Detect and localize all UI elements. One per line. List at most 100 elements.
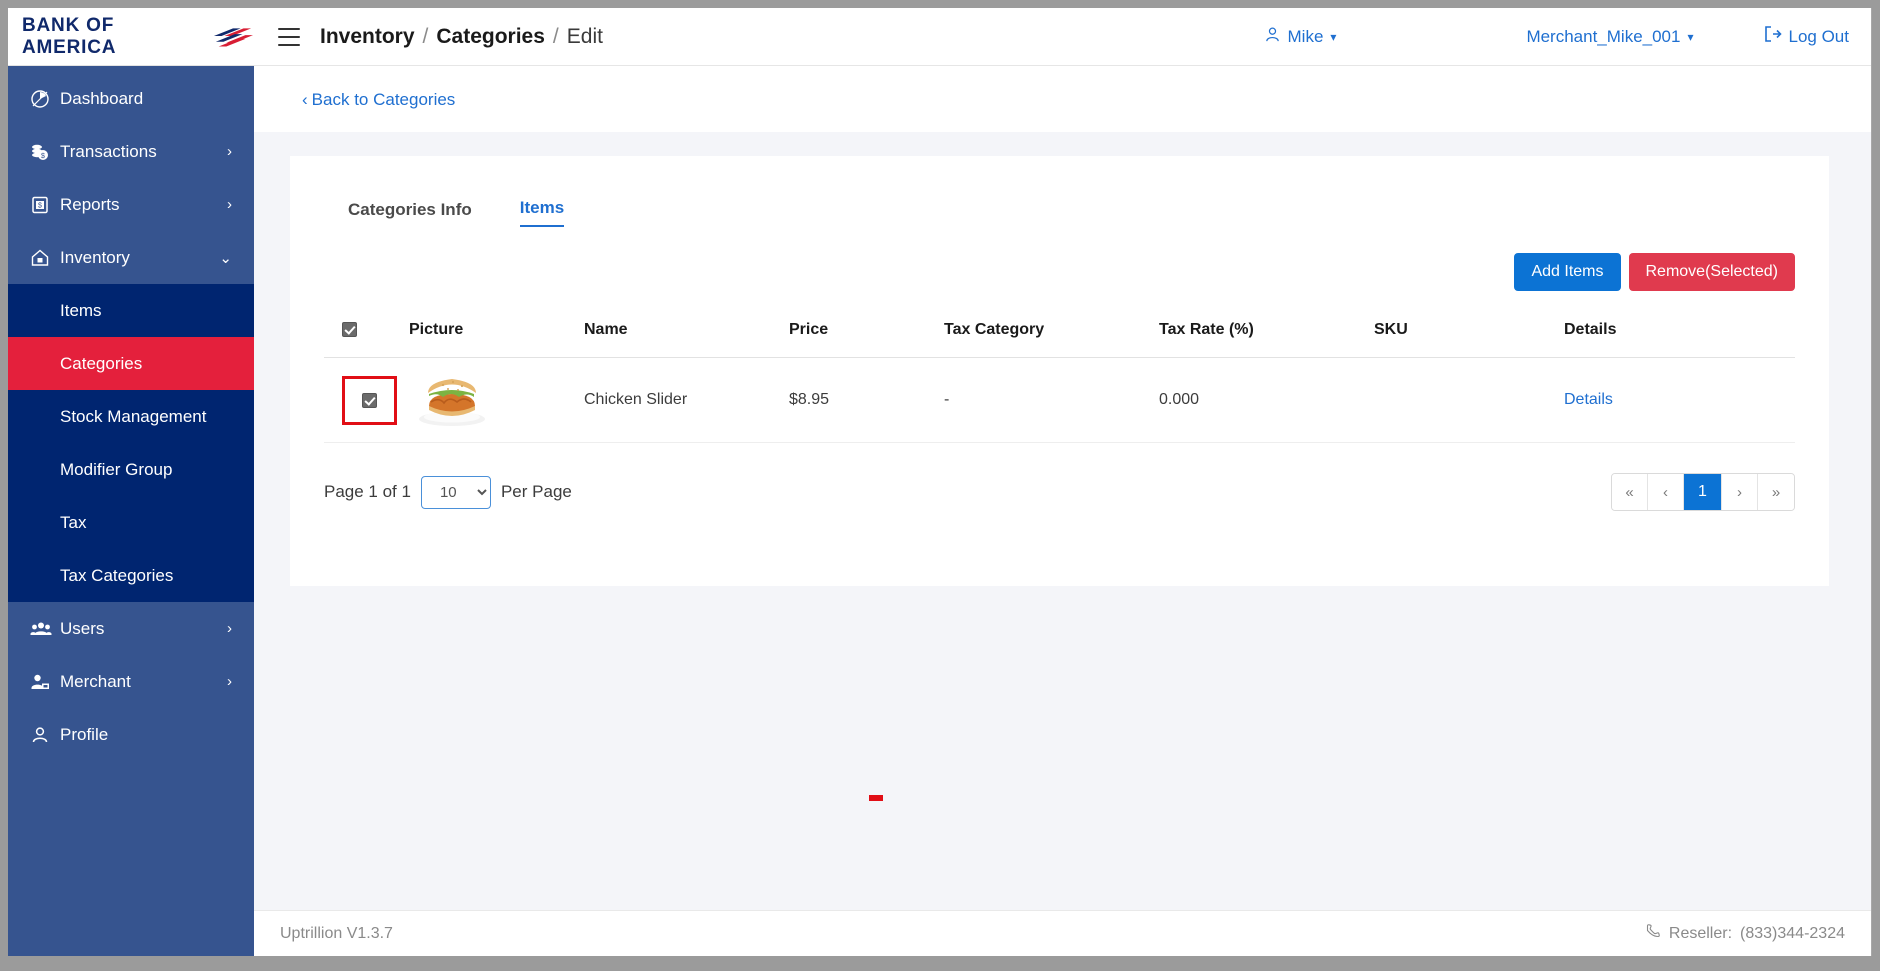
tab-bar: Categories Info Items <box>324 184 1795 227</box>
app-body: BANK OF AMERICA Dashboard $ Transactions… <box>8 8 1871 956</box>
back-to-categories-link[interactable]: ‹ Back to Categories <box>302 90 455 110</box>
sidebar-item-items[interactable]: Items <box>8 284 254 337</box>
sidebar-item-tax[interactable]: Tax <box>8 496 254 549</box>
topbar: Inventory / Categories / Edit Mike ▾ Mer… <box>254 8 1871 66</box>
page-number-button-1[interactable]: 1 <box>1684 474 1722 510</box>
hamburger-icon[interactable] <box>278 27 300 46</box>
sidebar-nav: Dashboard $ Transactions › $ Reports › I… <box>8 66 254 761</box>
logout-button[interactable]: Log Out <box>1764 26 1849 47</box>
back-link-label: Back to Categories <box>311 90 456 109</box>
merchant-selector-label: Merchant_Mike_001 <box>1526 26 1681 46</box>
row-sku <box>1368 357 1558 443</box>
breadcrumb-item-edit: Edit <box>566 24 603 48</box>
chevron-left-icon: ‹ <box>302 90 308 109</box>
sidebar-subitem-label: Modifier Group <box>60 459 173 479</box>
add-items-button[interactable]: Add Items <box>1514 253 1621 291</box>
column-tax-rate: Tax Rate (%) <box>1153 313 1368 358</box>
sidebar-item-label: Users <box>60 618 105 638</box>
row-checkbox-highlight <box>342 375 397 425</box>
sidebar-item-label: Inventory <box>60 247 130 267</box>
pagination-info: Page 1 of 1 10 25 50 100 Per Page <box>324 475 572 509</box>
column-tax-category: Tax Category <box>938 313 1153 358</box>
chevron-right-icon: › <box>227 620 232 637</box>
app-version: Uptrillion V1.3.7 <box>280 924 393 942</box>
items-table-head: Picture Name Price Tax Category Tax Rate… <box>324 313 1795 358</box>
tab-categories-info[interactable]: Categories Info <box>348 200 472 227</box>
row-select-cell <box>324 357 403 443</box>
sidebar-item-categories[interactable]: Categories <box>8 337 254 390</box>
column-details: Details <box>1558 313 1795 358</box>
user-menu-label: Mike <box>1287 26 1324 46</box>
breadcrumb: Inventory / Categories / Edit <box>320 25 603 49</box>
row-details-link[interactable]: Details <box>1564 391 1613 408</box>
table-row: Chicken Slider $8.95 - 0.000 Details <box>324 357 1795 443</box>
reports-icon: $ <box>30 195 60 215</box>
dashboard-icon <box>30 89 60 109</box>
merchant-selector[interactable]: Merchant_Mike_001 ▾ <box>1526 27 1693 47</box>
row-tax-rate: 0.000 <box>1153 357 1368 443</box>
inventory-submenu: Items Categories Stock Management Modifi… <box>8 284 254 602</box>
remove-selected-button[interactable]: Remove(Selected) <box>1628 253 1795 291</box>
users-icon <box>30 619 60 639</box>
page-prev-button[interactable]: ‹ <box>1648 474 1684 510</box>
sidebar-subitem-label: Tax <box>60 512 87 532</box>
column-picture: Picture <box>403 313 578 358</box>
items-card: Categories Info Items Add Items Remove(S… <box>290 156 1829 586</box>
page-first-button[interactable]: « <box>1612 474 1648 510</box>
sidebar-subitem-label: Stock Management <box>60 406 207 426</box>
sidebar-item-users[interactable]: Users › <box>8 602 254 655</box>
pagination: Page 1 of 1 10 25 50 100 Per Page « ‹ <box>324 473 1795 511</box>
reseller-info: Reseller: (833)344-2324 <box>1645 923 1845 944</box>
breadcrumb-item-inventory[interactable]: Inventory <box>320 25 415 49</box>
tab-items[interactable]: Items <box>519 198 565 227</box>
chevron-right-icon: › <box>227 196 232 213</box>
pagination-controls: « ‹ 1 › » <box>1611 473 1795 511</box>
inventory-home-icon <box>30 248 60 268</box>
sidebar-item-label: Reports <box>60 194 120 214</box>
chevron-down-icon: ▾ <box>1687 29 1694 44</box>
column-price: Price <box>783 313 938 358</box>
sidebar-item-label: Transactions <box>60 141 157 161</box>
action-buttons: Add Items Remove(Selected) <box>324 253 1795 291</box>
sidebar-item-inventory[interactable]: Inventory ⌄ <box>8 231 254 284</box>
reseller-label: Reseller: <box>1668 924 1733 942</box>
svg-text:$: $ <box>41 153 45 160</box>
tab-label: Categories Info <box>348 200 472 219</box>
sidebar-item-label: Profile <box>60 724 109 744</box>
per-page-select[interactable]: 10 25 50 100 <box>420 475 491 509</box>
sidebar-item-label: Merchant <box>60 671 131 691</box>
items-table: Picture Name Price Tax Category Tax Rate… <box>324 313 1795 443</box>
page-next-button[interactable]: › <box>1722 474 1758 510</box>
sidebar-item-reports[interactable]: $ Reports › <box>8 178 254 231</box>
row-name: Chicken Slider <box>578 357 783 443</box>
brand-logo[interactable]: BANK OF AMERICA <box>8 8 254 66</box>
table-header-row: Picture Name Price Tax Category Tax Rate… <box>324 313 1795 358</box>
footer: Uptrillion V1.3.7 Reseller: (833)344-232… <box>254 910 1871 956</box>
sidebar-item-modifier-group[interactable]: Modifier Group <box>8 443 254 496</box>
sidebar-item-stock-management[interactable]: Stock Management <box>8 390 254 443</box>
sidebar-item-tax-categories[interactable]: Tax Categories <box>8 549 254 602</box>
row-picture-cell <box>403 357 578 443</box>
sidebar-item-merchant[interactable]: Merchant › <box>8 655 254 708</box>
user-menu[interactable]: Mike ▾ <box>1264 26 1337 48</box>
breadcrumb-item-categories[interactable]: Categories <box>436 25 545 49</box>
row-price: $8.95 <box>783 357 938 443</box>
chevron-down-icon: ▾ <box>1330 29 1337 44</box>
sidebar-item-label: Dashboard <box>60 88 144 108</box>
back-bar: ‹ Back to Categories <box>254 66 1871 132</box>
page-last-button[interactable]: » <box>1758 474 1794 510</box>
app-window: BANK OF AMERICA Dashboard $ Transactions… <box>8 8 1872 956</box>
sidebar-subitem-label: Categories <box>60 353 143 373</box>
sidebar-item-dashboard[interactable]: Dashboard <box>8 72 254 125</box>
sidebar-item-transactions[interactable]: $ Transactions › <box>8 125 254 178</box>
content-area: ‹ Back to Categories Categories Info Ite… <box>254 66 1871 910</box>
select-all-checkbox[interactable] <box>342 322 357 338</box>
chevron-right-icon: › <box>227 143 232 160</box>
tab-label: Items <box>519 198 565 217</box>
column-sku: SKU <box>1368 313 1558 358</box>
reseller-phone: (833)344-2324 <box>1740 924 1845 942</box>
sidebar-item-profile[interactable]: Profile <box>8 708 254 761</box>
row-checkbox[interactable] <box>362 392 377 408</box>
sidebar-subitem-label: Tax Categories <box>60 565 174 585</box>
logout-icon <box>1764 26 1782 47</box>
